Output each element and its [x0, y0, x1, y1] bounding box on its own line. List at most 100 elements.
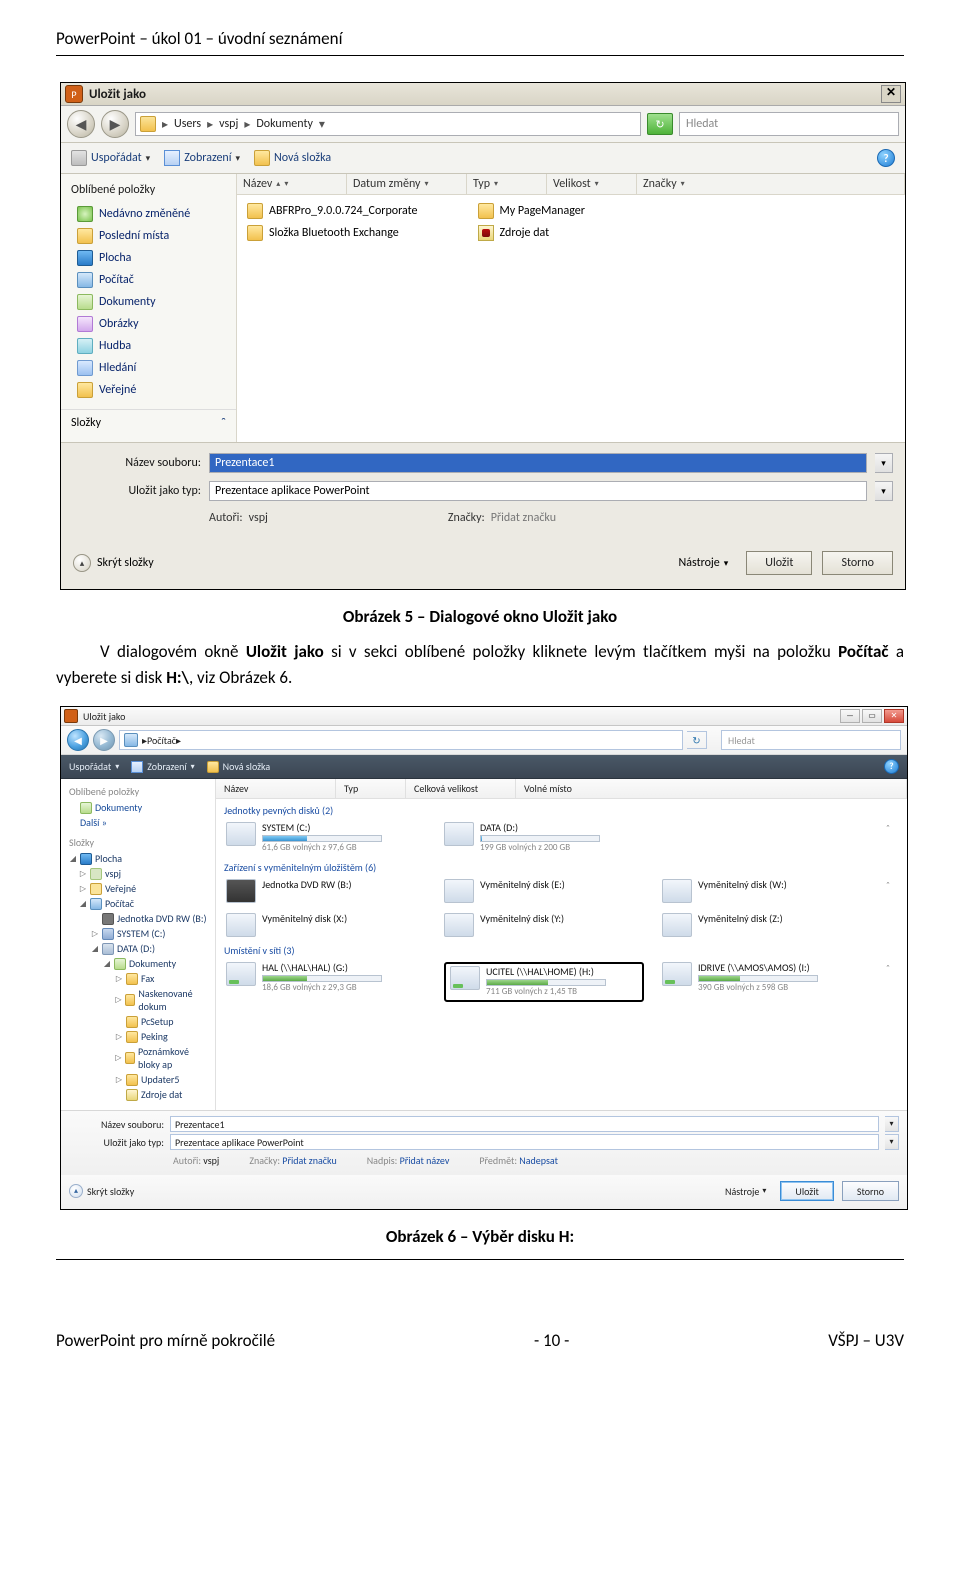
col-name[interactable]: Název▴▾: [237, 174, 347, 194]
filetype-input[interactable]: Prezentace aplikace PowerPoint: [209, 481, 867, 501]
titlebar[interactable]: P Uložit jako ✕: [61, 83, 905, 106]
sidebar-item-public[interactable]: Veřejné: [61, 379, 236, 401]
tree-item[interactable]: ◢DATA (D:): [61, 941, 215, 956]
tree-item[interactable]: Jednotka DVD RW (B:): [61, 911, 215, 926]
sidebar-item-pictures[interactable]: Obrázky: [61, 313, 236, 335]
drive-item-highlighted[interactable]: UCITEL (\\HAL\HOME) (H:)711 GB volných z…: [444, 962, 644, 1002]
sidebar-item[interactable]: Dokumenty: [61, 800, 215, 815]
tags-value[interactable]: Přidat značku: [491, 511, 556, 525]
drive-item[interactable]: HAL (\\HAL\HAL) (G:)18,6 GB volných z 29…: [226, 962, 426, 1002]
file-item[interactable]: Zdroje dat: [478, 225, 585, 241]
back-button[interactable]: ◀: [67, 729, 89, 751]
filename-input[interactable]: Prezentace1: [170, 1116, 879, 1132]
drive-item[interactable]: Vyměnitelný disk (Z:): [662, 913, 862, 937]
tree-item[interactable]: ◢Plocha: [61, 851, 215, 866]
tree-item[interactable]: ▷Peking: [61, 1029, 215, 1044]
sidebar-item-computer[interactable]: Počítač: [61, 269, 236, 291]
tree-item[interactable]: ▷Updater5: [61, 1072, 215, 1087]
new-folder-button[interactable]: Nová složka: [254, 150, 331, 166]
cancel-button[interactable]: Storno: [842, 1181, 899, 1201]
collapse-icon[interactable]: ˆ: [885, 962, 897, 1002]
sidebar-item-recent[interactable]: Nedávno změněné: [61, 203, 236, 225]
search-input[interactable]: Hledat: [721, 730, 901, 750]
breadcrumb[interactable]: ▸ Users▸ vspj▸ Dokumenty▾: [135, 112, 641, 136]
drive-item[interactable]: Vyměnitelný disk (X:): [226, 913, 426, 937]
tools-button[interactable]: Nástroje▾: [725, 1185, 766, 1198]
tree-item[interactable]: ▷vspj: [61, 866, 215, 881]
dropdown-icon[interactable]: ▾: [885, 1134, 899, 1150]
help-icon[interactable]: ?: [884, 759, 899, 774]
group-removable[interactable]: Zařízení s vyměnitelným úložištěm (6): [216, 856, 907, 877]
organize-button[interactable]: Uspořádat▾: [71, 150, 150, 166]
close-icon[interactable]: ✕: [881, 85, 901, 103]
file-item[interactable]: Složka Bluetooth Exchange: [247, 225, 418, 241]
col-size[interactable]: Velikost▾: [547, 174, 637, 194]
col-type[interactable]: Typ: [336, 779, 406, 798]
breadcrumb-seg[interactable]: Dokumenty: [252, 117, 317, 131]
hide-folders-button[interactable]: ▴Skrýt složky: [69, 1184, 134, 1198]
tree-item[interactable]: ▷SYSTEM (C:): [61, 926, 215, 941]
drive-item[interactable]: Vyměnitelný disk (W:): [662, 879, 862, 903]
breadcrumb-seg[interactable]: Users: [170, 117, 205, 131]
drive-item[interactable]: Vyměnitelný disk (Y:): [444, 913, 644, 937]
tree-item[interactable]: ▷Veřejné: [61, 881, 215, 896]
title-value[interactable]: Přidat název: [400, 1154, 450, 1167]
hide-folders-button[interactable]: ▴Skrýt složky: [73, 554, 154, 572]
subject-value[interactable]: Nadepsat: [519, 1154, 558, 1167]
forward-button[interactable]: ▶: [101, 110, 129, 138]
dropdown-icon[interactable]: ▾: [875, 453, 893, 473]
sidebar-item-desktop[interactable]: Plocha: [61, 247, 236, 269]
group-network[interactable]: Umístění v síti (3): [216, 939, 907, 960]
col-type[interactable]: Typ▾: [467, 174, 547, 194]
col-date[interactable]: Datum změny▾: [347, 174, 467, 194]
sidebar-item-music[interactable]: Hudba: [61, 335, 236, 357]
folders-toggle[interactable]: Složkyˆ: [61, 409, 236, 436]
tree-item[interactable]: ▷Fax: [61, 971, 215, 986]
drive-item[interactable]: SYSTEM (C:)61,6 GB volných z 97,6 GB: [226, 822, 426, 854]
authors-value[interactable]: vspj: [203, 1154, 219, 1167]
tree-item[interactable]: ▷Naskenované dokum: [61, 986, 215, 1014]
forward-button[interactable]: ▶: [93, 729, 115, 751]
views-button[interactable]: Zobrazení▾: [164, 150, 240, 166]
file-item[interactable]: My PageManager: [478, 203, 585, 219]
drive-item[interactable]: DATA (D:)199 GB volných z 200 GB: [444, 822, 644, 854]
save-button[interactable]: Uložit: [780, 1181, 833, 1201]
col-name[interactable]: Název: [216, 779, 336, 798]
help-icon[interactable]: ?: [877, 149, 895, 167]
cancel-button[interactable]: Storno: [822, 551, 893, 575]
back-button[interactable]: ◀: [67, 110, 95, 138]
drive-item[interactable]: Vyměnitelný disk (E:): [444, 879, 644, 903]
refresh-button[interactable]: ↻: [687, 731, 707, 749]
drive-item[interactable]: IDRIVE (\\AMOS\AMOS) (I:)390 GB volných …: [662, 962, 862, 1002]
tree-item[interactable]: Zdroje dat: [61, 1087, 215, 1102]
tags-value[interactable]: Přidat značku: [282, 1154, 336, 1167]
dropdown-icon[interactable]: ▾: [875, 481, 893, 501]
filename-input[interactable]: Prezentace1: [209, 453, 867, 473]
titlebar[interactable]: Uložit jako — ▭ ✕: [61, 707, 907, 726]
dropdown-icon[interactable]: ▾: [885, 1116, 899, 1132]
collapse-icon[interactable]: ˆ: [885, 822, 897, 854]
tools-button[interactable]: Nástroje▾: [679, 556, 729, 570]
sidebar-item-places[interactable]: Poslední místa: [61, 225, 236, 247]
tree-item[interactable]: ▷Poznámkové bloky ap: [61, 1044, 215, 1072]
tree-item[interactable]: ◢Počítač: [61, 896, 215, 911]
breadcrumb-seg[interactable]: vspj: [215, 117, 242, 131]
file-item[interactable]: ABFRPro_9.0.0.724_Corporate: [247, 203, 418, 219]
tree-item[interactable]: PcSetup: [61, 1014, 215, 1029]
tree-item[interactable]: ◢Dokumenty: [61, 956, 215, 971]
sidebar-item[interactable]: Další »: [61, 815, 215, 830]
col-tags[interactable]: Značky▾: [637, 174, 905, 194]
drive-item[interactable]: Jednotka DVD RW (B:): [226, 879, 426, 903]
organize-button[interactable]: Uspořádat▾: [69, 760, 119, 773]
breadcrumb[interactable]: ▸ Počítač ▸: [119, 730, 683, 750]
group-hdd[interactable]: Jednotky pevných disků (2): [216, 799, 907, 820]
col-free[interactable]: Volné místo: [516, 779, 907, 798]
collapse-icon[interactable]: ˆ: [885, 879, 897, 903]
new-folder-button[interactable]: Nová složka: [207, 760, 271, 773]
maximize-icon[interactable]: ▭: [862, 709, 882, 723]
sidebar-item-documents[interactable]: Dokumenty: [61, 291, 236, 313]
views-button[interactable]: Zobrazení▾: [131, 760, 194, 773]
search-input[interactable]: Hledat: [679, 112, 899, 136]
col-total[interactable]: Celková velikost: [406, 779, 516, 798]
minimize-icon[interactable]: —: [840, 709, 860, 723]
